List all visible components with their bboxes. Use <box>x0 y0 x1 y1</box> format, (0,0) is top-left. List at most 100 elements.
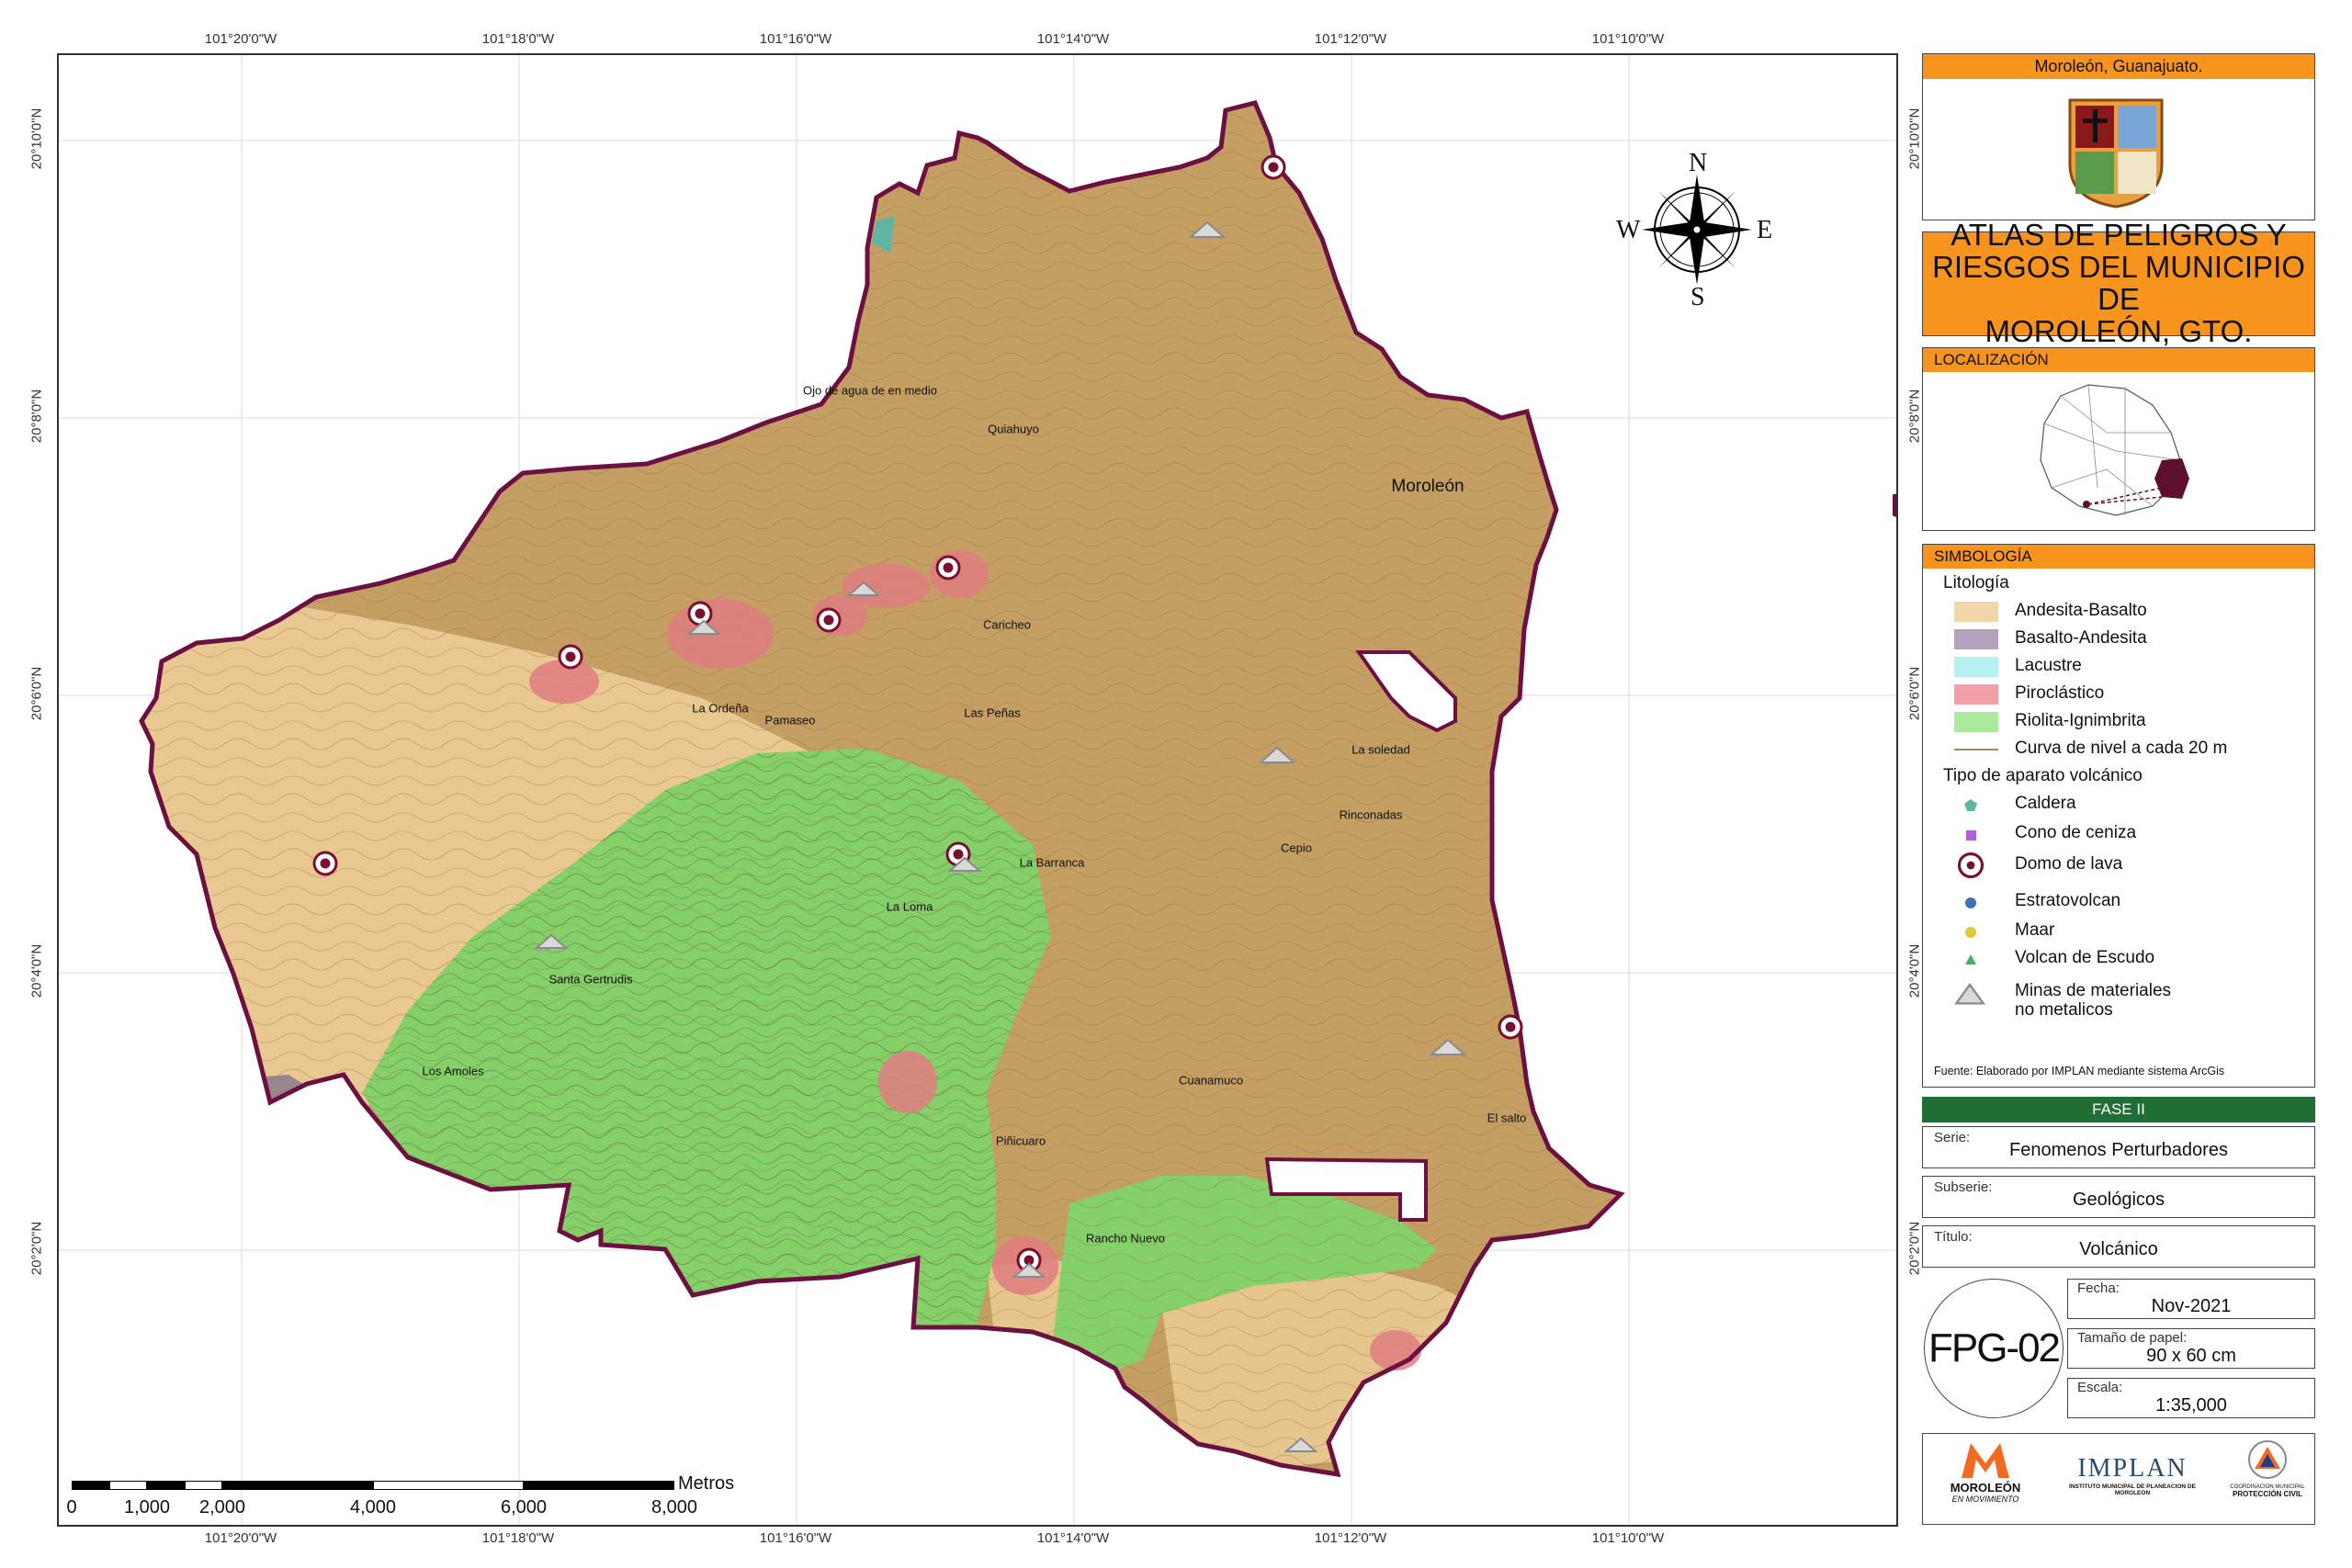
lat-label-left: 20°2'0"N <box>28 1221 45 1276</box>
pentagon-icon <box>1964 799 1977 811</box>
place-label: El salto <box>1487 1111 1527 1125</box>
legend-label: Cono de ceniza <box>2015 823 2137 842</box>
legend-label: Volcan de Escudo <box>2015 948 2155 967</box>
compass-west: W <box>1616 216 1641 244</box>
simbologia-heading: SIMBOLOGÍA <box>1923 545 2314 569</box>
legend-swatch <box>1954 602 1998 622</box>
place-label: Caricheo <box>982 617 1032 632</box>
legend-label: Caldera <box>2015 794 2076 813</box>
scale-segment <box>185 1481 222 1490</box>
legend-label: Domo de lava <box>2015 854 2123 874</box>
domo-icon <box>935 555 961 581</box>
lon-label-top: 101°20'0"W <box>204 31 277 47</box>
lon-label-top: 101°14'0"W <box>1036 31 1110 47</box>
title-line: ATLAS DE PELIGROS Y <box>1951 218 2287 253</box>
legend-litologia-heading: Litología <box>1943 573 2009 592</box>
domo-icon <box>816 607 842 633</box>
serie-box: Serie: Fenomenos Perturbadores <box>1922 1126 2315 1168</box>
lat-label-left: 20°10'0"N <box>28 107 45 170</box>
place-label: La soledad <box>1351 742 1410 757</box>
legend-label: Andesita-Basalto <box>2015 601 2147 620</box>
place-label-city: Moroleón <box>1391 477 1464 496</box>
papel-key: Tamaño de papel: <box>2077 1330 2188 1346</box>
legend-label: Piroclástico <box>2015 683 2105 703</box>
compass-rose: N S E W <box>1616 149 1773 311</box>
domo-icon <box>1957 852 1984 879</box>
legend-label: Riolita-Ignimbrita <box>2015 711 2146 730</box>
domo-icon <box>687 601 713 626</box>
source-note: Fuente: Elaborado por IMPLAN mediante si… <box>1934 1065 2225 1077</box>
place-label: Piñicuaro <box>995 1134 1046 1148</box>
legend-item: Estratovolcan <box>1923 888 2314 916</box>
compass-north: N <box>1689 149 1708 177</box>
legend-swatch <box>1954 657 1998 677</box>
circle-icon <box>1965 897 1976 908</box>
papel-value: 90 x 60 cm <box>2146 1346 2236 1366</box>
implan-logo: IMPLAN INSTITUTO MUNICIPAL DE PLANEACION… <box>2069 1454 2196 1496</box>
simbologia-box: SIMBOLOGÍA Litología Andesita-Basalto Ba… <box>1922 544 2315 1088</box>
scale-label: 6,000 <box>500 1497 548 1517</box>
map-canvas <box>59 55 1896 1525</box>
moroleon-logo: MOROLEÓN EN MOVIMIENTO <box>1939 1439 2031 1504</box>
scale-segment <box>109 1481 147 1490</box>
legend-item: Volcan de Escudo <box>1923 945 2314 973</box>
legend-item: Curva de nivel a cada 20 m <box>1923 736 2314 763</box>
lon-label-bottom: 101°20'0"W <box>204 1530 277 1546</box>
scale-label: 8,000 <box>650 1497 698 1517</box>
moroleon-m-icon <box>1962 1443 2009 1478</box>
localizacion-box: LOCALIZACIÓN <box>1922 347 2315 531</box>
square-icon <box>1966 830 1976 840</box>
domo-icon <box>312 851 338 876</box>
subserie-box: Subserie: Geológicos <box>1922 1176 2315 1218</box>
fecha-value: Nov-2021 <box>2151 1296 2232 1316</box>
serie-value: Fenomenos Perturbadores <box>2009 1140 2228 1160</box>
locator-map <box>2040 384 2189 516</box>
atlas-title: ATLAS DE PELIGROS Y RIESGOS DEL MUNICIPI… <box>1922 219 2315 347</box>
place-label: Cepio <box>1281 840 1312 855</box>
lat-label-right: 20°6'0"N <box>1906 666 1923 721</box>
title-line: MOROLEÓN, GTO. <box>1984 313 2253 348</box>
place-label: Las Peñas <box>964 705 1021 720</box>
fecha-box: Fecha: Nov-2021 <box>2067 1279 2315 1319</box>
lon-label-bottom: 101°16'0"W <box>759 1530 832 1546</box>
proteccion-civil-logo: COORDINACION MUNICIPAL PROTECCIÓN CIVIL <box>2224 1439 2311 1498</box>
compass-east: E <box>1757 216 1773 244</box>
scale-label: 0 <box>66 1497 77 1517</box>
legend-label: Maar <box>2015 920 2055 940</box>
place-label: Rinconadas <box>1339 807 1403 822</box>
scale-label: 2,000 <box>198 1497 246 1517</box>
legend-label: Basalto-Andesita <box>2015 628 2147 648</box>
legend-item: Maar <box>1923 918 2314 945</box>
map-code: FPG-02 <box>1924 1279 2064 1418</box>
triangle-icon <box>1965 954 1976 964</box>
escala-key: Escala: <box>2077 1380 2123 1395</box>
lon-label-bottom: 101°10'0"W <box>1591 1530 1665 1546</box>
place-label: Ojo de agua de en medio <box>803 383 937 398</box>
logos-box: MOROLEÓN EN MOVIMIENTO IMPLAN INSTITUTO … <box>1922 1433 2315 1525</box>
localizacion-heading: LOCALIZACIÓN <box>1923 348 2314 372</box>
scale-segment <box>72 1481 109 1490</box>
domo-icon <box>1498 1014 1523 1040</box>
legend-item: Minas de materiales no metalicos <box>1923 978 2314 1024</box>
escala-value: 1:35,000 <box>2155 1395 2227 1416</box>
lon-label-top: 101°10'0"W <box>1591 31 1665 47</box>
legend-item: Basalto-Andesita <box>1923 626 2314 653</box>
lat-label-left: 20°8'0"N <box>28 389 45 444</box>
fecha-key: Fecha: <box>2077 1280 2120 1296</box>
lat-label-left: 20°6'0"N <box>28 666 45 721</box>
lon-label-bottom: 101°12'0"W <box>1314 1530 1387 1546</box>
scale-label: 1,000 <box>123 1497 171 1517</box>
legend-item: Riolita-Ignimbrita <box>1923 708 2314 736</box>
legend-swatch <box>1954 629 1998 649</box>
place-label: Los Amoles <box>422 1064 484 1078</box>
legend-label: Curva de nivel a cada 20 m <box>2015 739 2228 758</box>
lon-label-bottom: 101°18'0"W <box>481 1530 555 1546</box>
proteccion-civil-icon <box>2248 1440 2287 1479</box>
subserie-value: Geológicos <box>2072 1190 2165 1210</box>
place-label: Quiahuyo <box>988 422 1039 436</box>
scale-segment <box>147 1481 185 1490</box>
title-line: RIESGOS DEL MUNICIPIO DE <box>1932 250 2305 316</box>
municipio-box: Moroleón, Guanajuato. <box>1922 53 2315 220</box>
legend-item: Andesita-Basalto <box>1923 598 2314 626</box>
lon-label-top: 101°12'0"W <box>1314 31 1387 47</box>
